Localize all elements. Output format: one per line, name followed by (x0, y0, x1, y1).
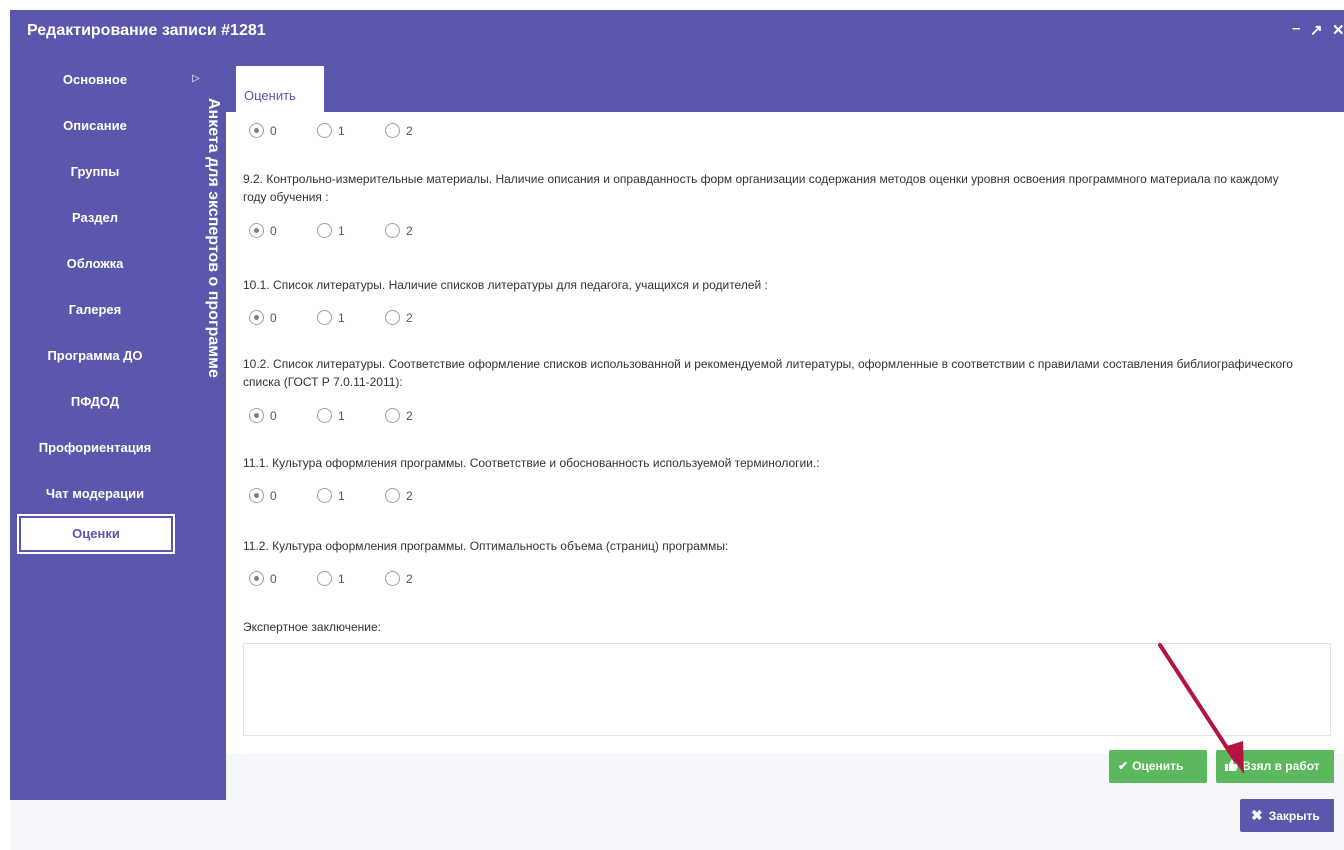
tab-bar: Оценить (226, 54, 1344, 112)
radio-icon[interactable] (317, 123, 332, 139)
sidebar-item-basic[interactable]: Основное (10, 61, 180, 99)
radio-option[interactable]: 2 (385, 570, 413, 588)
minimize-button[interactable]: – (1292, 20, 1300, 38)
radio-option[interactable]: 2 (385, 487, 413, 505)
radio-checked-icon[interactable] (249, 123, 264, 139)
radio-option[interactable]: 0 (249, 122, 277, 140)
question-text: 10.1. Список литературы. Наличие списков… (243, 278, 768, 292)
sidebar-item-career[interactable]: Профориентация (10, 429, 180, 467)
radio-option[interactable]: 2 (385, 309, 413, 327)
question-text: 10.2. Список литературы. Соответствие оф… (243, 357, 1293, 389)
radio-icon[interactable] (317, 310, 332, 326)
sidebar-item-pfdod[interactable]: ПФДОД (10, 383, 180, 421)
tab-rate[interactable]: Оценить (236, 66, 324, 112)
radio-icon[interactable] (385, 310, 400, 326)
sidebar-item-cover[interactable]: Обложка (10, 245, 180, 283)
close-icon: ✖ (1251, 807, 1263, 823)
radio-option[interactable]: 1 (317, 570, 345, 588)
radio-option[interactable]: 0 (249, 570, 277, 588)
question-text: 11.2. Культура оформления программы. Опт… (243, 539, 729, 553)
radio-checked-icon[interactable] (249, 571, 264, 587)
radio-icon[interactable] (385, 123, 400, 139)
question-text: 11.1. Культура оформления программы. Соо… (243, 456, 820, 470)
radio-icon[interactable] (317, 571, 332, 587)
radio-icon[interactable] (385, 571, 400, 587)
question-text: 9.2. Контрольно-измерительные материалы.… (243, 172, 1279, 204)
vertical-section-title: Анкета для экспертов о программе (205, 98, 222, 378)
radio-icon[interactable] (385, 223, 400, 239)
radio-checked-icon[interactable] (249, 310, 264, 326)
maximize-button[interactable]: ↗ (1310, 22, 1323, 40)
radio-checked-icon[interactable] (249, 223, 264, 239)
radio-checked-icon[interactable] (249, 488, 264, 504)
radio-checked-icon[interactable] (249, 408, 264, 424)
sidebar: Основное ▷ Описание Группы Раздел Обложк… (10, 54, 226, 800)
window-title: Редактирование записи #1281 (27, 22, 266, 39)
sidebar-item-groups[interactable]: Группы (10, 153, 180, 191)
sidebar-item-program[interactable]: Программа ДО (10, 337, 180, 375)
radio-option[interactable]: 2 (385, 222, 413, 240)
radio-option[interactable]: 0 (249, 222, 277, 240)
radio-option[interactable]: 1 (317, 487, 345, 505)
window-titlebar: Редактирование записи #1281 – ↗ ✕ (10, 10, 1344, 54)
radio-option[interactable]: 0 (249, 487, 277, 505)
sidebar-item-gallery[interactable]: Галерея (10, 291, 180, 329)
check-icon: ✔ (1118, 759, 1129, 773)
radio-option[interactable]: 1 (317, 407, 345, 425)
window-controls: – ↗ ✕ (1284, 20, 1344, 42)
conclusion-label: Экспертное заключение: (243, 620, 381, 634)
radio-icon[interactable] (385, 408, 400, 424)
radio-option[interactable]: 1 (317, 222, 345, 240)
radio-option[interactable]: 2 (385, 407, 413, 425)
close-window-button[interactable]: ✕ (1332, 22, 1344, 40)
close-button[interactable]: ✖ Закрыть (1240, 799, 1334, 832)
radio-icon[interactable] (317, 408, 332, 424)
sidebar-item-ratings[interactable]: Оценки (17, 514, 175, 554)
sidebar-item-moderation-chat[interactable]: Чат модерации (10, 475, 180, 513)
caret-right-icon[interactable]: ▷ (192, 73, 200, 84)
sidebar-item-description[interactable]: Описание (10, 107, 180, 145)
radio-option[interactable]: 1 (317, 122, 345, 140)
radio-icon[interactable] (317, 488, 332, 504)
annotation-arrow (1158, 643, 1244, 774)
radio-icon[interactable] (385, 488, 400, 504)
radio-option[interactable]: 1 (317, 309, 345, 327)
radio-option[interactable]: 2 (385, 122, 413, 140)
radio-option[interactable]: 0 (249, 407, 277, 425)
radio-option[interactable]: 0 (249, 309, 277, 327)
sidebar-item-section[interactable]: Раздел (10, 199, 180, 237)
radio-icon[interactable] (317, 223, 332, 239)
